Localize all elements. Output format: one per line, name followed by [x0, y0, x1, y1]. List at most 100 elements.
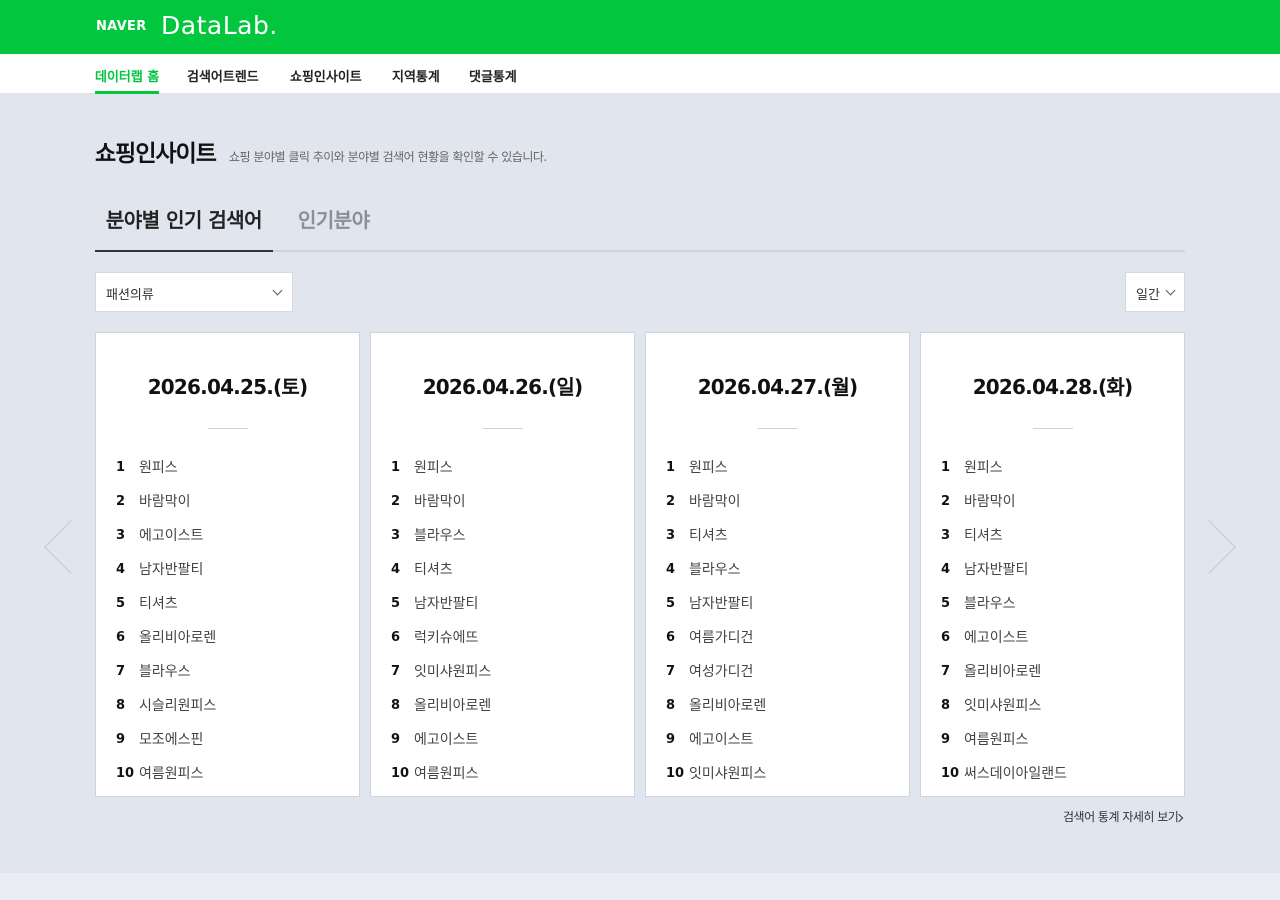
rank-number: 9 [941, 731, 951, 747]
rank-keyword[interactable]: 에고이스트 [139, 525, 203, 545]
rank-item[interactable]: 2 바람막이 [666, 484, 766, 518]
rank-keyword[interactable]: 블라우스 [964, 593, 1016, 613]
rank-item[interactable]: 10 여름원피스 [116, 756, 216, 790]
rank-item[interactable]: 8 올리비아로렌 [666, 688, 766, 722]
page-description: 쇼핑 분야별 클릭 추이와 분야별 검색어 현황을 확인할 수 있습니다. [229, 150, 547, 164]
rank-item[interactable]: 6 럭키슈에뜨 [391, 620, 491, 654]
period-select[interactable]: 일간 [1125, 272, 1185, 312]
rank-item[interactable]: 9 모조에스핀 [116, 722, 216, 756]
card-date: 2026.04.27.(월) [697, 375, 858, 399]
rank-keyword[interactable]: 잇미샤원피스 [964, 695, 1041, 715]
category-select[interactable]: 패션의류 [95, 272, 293, 312]
rank-item[interactable]: 6 여름가디건 [666, 620, 766, 654]
rank-keyword[interactable]: 여름원피스 [414, 763, 478, 783]
nav-item-shopping-insight[interactable]: 쇼핑인사이트 [290, 66, 362, 94]
rank-item[interactable]: 1 원피스 [391, 450, 491, 484]
rank-item[interactable]: 4 티셔츠 [391, 552, 491, 586]
rank-item[interactable]: 4 남자반팔티 [116, 552, 216, 586]
rank-item[interactable]: 7 올리비아로렌 [941, 654, 1067, 688]
rank-keyword[interactable]: 티셔츠 [139, 593, 178, 613]
rank-item[interactable]: 2 바람막이 [391, 484, 491, 518]
rank-item[interactable]: 7 블라우스 [116, 654, 216, 688]
rank-item[interactable]: 10 여름원피스 [391, 756, 491, 790]
rank-keyword[interactable]: 남자반팔티 [414, 593, 478, 613]
rank-keyword[interactable]: 잇미샤원피스 [414, 661, 491, 681]
rank-item[interactable]: 4 블라우스 [666, 552, 766, 586]
chevron-left-icon[interactable] [44, 520, 98, 574]
rank-keyword[interactable]: 써스데이아일랜드 [964, 763, 1067, 783]
rank-keyword[interactable]: 바람막이 [414, 491, 466, 511]
rank-item[interactable]: 10 잇미샤원피스 [666, 756, 766, 790]
rank-keyword[interactable]: 럭키슈에뜨 [414, 627, 478, 647]
rank-item[interactable]: 9 에고이스트 [391, 722, 491, 756]
rank-keyword[interactable]: 티셔츠 [964, 525, 1003, 545]
rank-item[interactable]: 3 티셔츠 [941, 518, 1067, 552]
rank-keyword[interactable]: 원피스 [414, 457, 453, 477]
rank-item[interactable]: 1 원피스 [666, 450, 766, 484]
rank-keyword[interactable]: 티셔츠 [689, 525, 728, 545]
rank-keyword[interactable]: 바람막이 [964, 491, 1016, 511]
nav-item-comment-stats[interactable]: 댓글통계 [469, 66, 517, 94]
naver-logo[interactable]: NAVER [96, 19, 147, 34]
rank-keyword[interactable]: 올리비아로렌 [139, 627, 216, 647]
rank-item[interactable]: 8 시슬리원피스 [116, 688, 216, 722]
nav-item-regional-stats[interactable]: 지역통계 [392, 66, 440, 94]
rank-item[interactable]: 8 잇미샤원피스 [941, 688, 1067, 722]
rank-keyword[interactable]: 블라우스 [139, 661, 191, 681]
tab-category-popular-keywords[interactable]: 분야별 인기 검색어 [95, 198, 273, 252]
rank-keyword[interactable]: 바람막이 [139, 491, 191, 511]
main-content: 쇼핑인사이트 쇼핑 분야별 클릭 추이와 분야별 검색어 현황을 확인할 수 있… [0, 94, 1280, 873]
rank-item[interactable]: 4 남자반팔티 [941, 552, 1067, 586]
rank-keyword[interactable]: 에고이스트 [414, 729, 478, 749]
rank-keyword[interactable]: 블라우스 [414, 525, 466, 545]
rank-item[interactable]: 6 올리비아로렌 [116, 620, 216, 654]
rank-keyword[interactable]: 원피스 [689, 457, 728, 477]
rank-keyword[interactable]: 에고이스트 [964, 627, 1028, 647]
rank-item[interactable]: 10 써스데이아일랜드 [941, 756, 1067, 790]
rank-item[interactable]: 1 원피스 [116, 450, 216, 484]
nav-item-search-trend[interactable]: 검색어트렌드 [187, 66, 259, 94]
rank-item[interactable]: 2 바람막이 [941, 484, 1067, 518]
more-stats-link[interactable]: 검색어 통계 자세히 보기 [1063, 808, 1179, 825]
rank-item[interactable]: 5 남자반팔티 [391, 586, 491, 620]
rank-number: 8 [666, 697, 676, 713]
rank-item[interactable]: 7 여성가디건 [666, 654, 766, 688]
rank-keyword[interactable]: 원피스 [139, 457, 178, 477]
rank-keyword[interactable]: 티셔츠 [414, 559, 453, 579]
main-nav: 데이터랩 홈 검색어트렌드 쇼핑인사이트 지역통계 댓글통계 [0, 54, 1280, 94]
rank-item[interactable]: 5 블라우스 [941, 586, 1067, 620]
rank-item[interactable]: 3 에고이스트 [116, 518, 216, 552]
rank-keyword[interactable]: 여성가디건 [689, 661, 753, 681]
rank-item[interactable]: 8 올리비아로렌 [391, 688, 491, 722]
rank-keyword[interactable]: 여름원피스 [139, 763, 203, 783]
rank-item[interactable]: 3 티셔츠 [666, 518, 766, 552]
rank-item[interactable]: 9 여름원피스 [941, 722, 1067, 756]
rank-item[interactable]: 5 남자반팔티 [666, 586, 766, 620]
tab-popular-categories[interactable]: 인기분야 [298, 198, 370, 252]
rank-keyword[interactable]: 남자반팔티 [689, 593, 753, 613]
rank-keyword[interactable]: 원피스 [964, 457, 1003, 477]
rank-keyword[interactable]: 남자반팔티 [964, 559, 1028, 579]
nav-item-datalab-home[interactable]: 데이터랩 홈 [95, 66, 160, 94]
rank-keyword[interactable]: 잇미샤원피스 [689, 763, 766, 783]
rank-keyword[interactable]: 남자반팔티 [139, 559, 203, 579]
rank-keyword[interactable]: 올리비아로렌 [414, 695, 491, 715]
rank-keyword[interactable]: 여름원피스 [964, 729, 1028, 749]
chevron-right-icon[interactable] [1182, 520, 1236, 574]
rank-keyword[interactable]: 모조에스핀 [139, 729, 203, 749]
rank-item[interactable]: 2 바람막이 [116, 484, 216, 518]
rank-item[interactable]: 5 티셔츠 [116, 586, 216, 620]
rank-keyword[interactable]: 올리비아로렌 [964, 661, 1041, 681]
rank-item[interactable]: 9 에고이스트 [666, 722, 766, 756]
rank-item[interactable]: 7 잇미샤원피스 [391, 654, 491, 688]
datalab-logo[interactable]: DataLab. [161, 11, 278, 40]
rank-keyword[interactable]: 시슬리원피스 [139, 695, 216, 715]
rank-keyword[interactable]: 올리비아로렌 [689, 695, 766, 715]
rank-keyword[interactable]: 바람막이 [689, 491, 741, 511]
rank-keyword[interactable]: 에고이스트 [689, 729, 753, 749]
rank-item[interactable]: 1 원피스 [941, 450, 1067, 484]
rank-keyword[interactable]: 여름가디건 [689, 627, 753, 647]
rank-item[interactable]: 3 블라우스 [391, 518, 491, 552]
rank-item[interactable]: 6 에고이스트 [941, 620, 1067, 654]
rank-keyword[interactable]: 블라우스 [689, 559, 741, 579]
